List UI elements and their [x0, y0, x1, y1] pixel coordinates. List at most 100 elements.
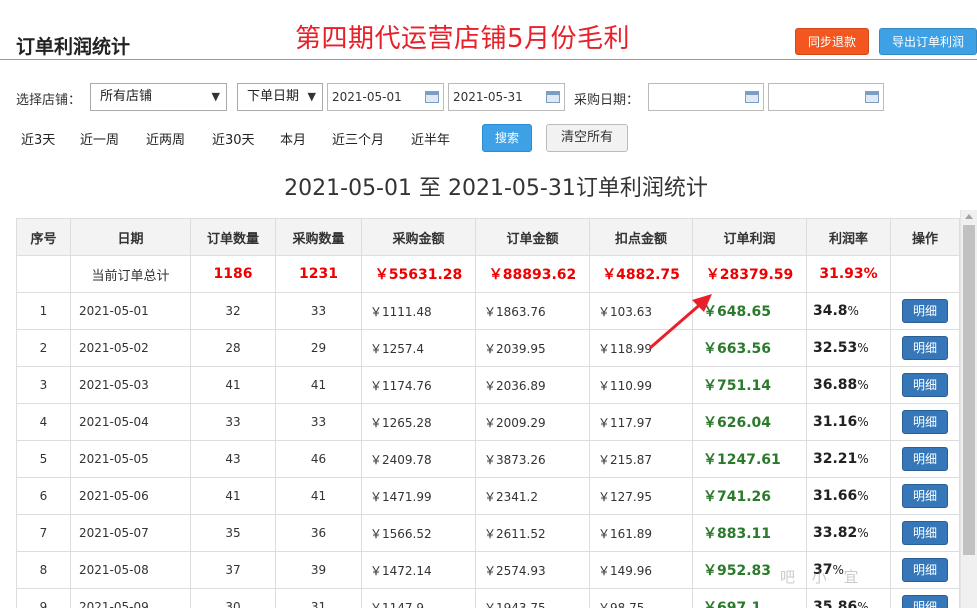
detail-button[interactable]: 明细 — [902, 373, 948, 397]
vertical-scrollbar[interactable] — [960, 210, 977, 608]
clear-all-button[interactable]: 清空所有 — [546, 124, 628, 152]
rate-percent-sign: % — [857, 526, 869, 540]
cell-orders: 35 — [190, 514, 276, 552]
column-header: 日期 — [70, 218, 191, 256]
table-row: 5 2021-05-05 43 46 ￥2409.78 ￥3873.26 ￥215.87 ￥1… — [16, 440, 960, 478]
cell-purchase-amount: ￥2409.78 — [361, 440, 476, 478]
cell-rate: 31.16% — [806, 403, 891, 441]
cell-profit: ￥1247.61 — [692, 440, 807, 478]
cell-profit: ￥883.11 — [692, 514, 807, 552]
cell-no: 9 — [16, 588, 71, 608]
calendar-icon[interactable] — [745, 91, 759, 103]
cell-orders: 41 — [190, 366, 276, 404]
scroll-thumb[interactable] — [963, 225, 975, 555]
rate-percent-sign: % — [847, 304, 859, 318]
page-title: 订单利润统计 — [16, 36, 131, 58]
total-purchases: 1231 — [275, 255, 362, 293]
scroll-up-arrow-icon[interactable] — [965, 214, 973, 219]
detail-button[interactable]: 明细 — [902, 558, 948, 582]
total-purchase-amount: ￥55631.28 — [361, 255, 476, 293]
export-order-profit-button[interactable]: 导出订单利润 — [879, 28, 977, 55]
total-order-amount: ￥88893.62 — [475, 255, 590, 293]
end-date-value: 2021-05-31 — [453, 90, 523, 104]
table-row: 6 2021-05-06 41 41 ￥1471.99 ￥2341.2 ￥127.95 ￥74… — [16, 477, 960, 515]
cell-order-amount: ￥2574.93 — [475, 551, 590, 589]
cell-orders: 33 — [190, 403, 276, 441]
rate-percent-sign: % — [857, 489, 869, 503]
calendar-icon[interactable] — [425, 91, 439, 103]
column-header: 序号 — [16, 218, 71, 256]
search-button[interactable]: 搜索 — [482, 124, 532, 152]
cell-purchases: 41 — [275, 366, 362, 404]
chevron-down-icon: ▼ — [211, 90, 220, 103]
store-select[interactable]: 所有店铺 ▼ — [90, 83, 227, 111]
cell-order-amount: ￥2611.52 — [475, 514, 590, 552]
cell-no: 5 — [16, 440, 71, 478]
profit-table-container: 序号 日期 订单数量 采购数量 采购金额 订单金额 扣点金额 订单利润 利润率 … — [16, 218, 960, 608]
cell-purchase-amount: ￥1147.9 — [361, 588, 476, 608]
cell-rate: 31.66% — [806, 477, 891, 515]
detail-button[interactable]: 明细 — [902, 595, 948, 608]
quick-range-2weeks[interactable]: 近两周 — [146, 129, 185, 148]
cell-no: 2 — [16, 329, 71, 367]
cell-orders: 41 — [190, 477, 276, 515]
calendar-icon[interactable] — [865, 91, 879, 103]
cell-no: 1 — [16, 292, 71, 330]
cell-purchase-amount: ￥1566.52 — [361, 514, 476, 552]
detail-button[interactable]: 明细 — [902, 299, 948, 323]
detail-button[interactable]: 明细 — [902, 410, 948, 434]
table-header-row: 序号 日期 订单数量 采购数量 采购金额 订单金额 扣点金额 订单利润 利润率 … — [16, 218, 960, 256]
cell-date: 2021-05-06 — [70, 477, 191, 515]
cell-no: 8 — [16, 551, 71, 589]
quick-range-half-year[interactable]: 近半年 — [411, 129, 450, 148]
cell-purchases: 36 — [275, 514, 362, 552]
quick-range-this-month[interactable]: 本月 — [280, 129, 306, 148]
cell-rate: 34.8% — [806, 292, 891, 330]
rate-value: 32.21 — [813, 451, 858, 467]
calendar-icon[interactable] — [546, 91, 560, 103]
end-date-input[interactable]: 2021-05-31 — [448, 83, 565, 111]
quick-range-3days[interactable]: 近3天 — [21, 129, 55, 148]
quick-range-3months[interactable]: 近三个月 — [332, 129, 384, 148]
cell-purchases: 33 — [275, 292, 362, 330]
column-header: 利润率 — [806, 218, 891, 256]
cell-rate: 32.21% — [806, 440, 891, 478]
cell-deduction: ￥103.63 — [589, 292, 693, 330]
cell-purchase-amount: ￥1265.28 — [361, 403, 476, 441]
table-row: 9 2021-05-09 30 31 ￥1147.9 ￥1943.75 ￥98.75 ￥697… — [16, 588, 960, 608]
cell-purchase-amount: ￥1111.48 — [361, 292, 476, 330]
watermark: 吧 小 宜 — [780, 568, 865, 586]
column-header: 操作 — [890, 218, 960, 256]
cell-profit: ￥663.56 — [692, 329, 807, 367]
cell-no: 7 — [16, 514, 71, 552]
cell-profit: ￥697.1 — [692, 588, 807, 608]
purchase-start-date-input[interactable] — [648, 83, 764, 111]
cell-order-amount: ￥1943.75 — [475, 588, 590, 608]
sync-refund-button[interactable]: 同步退款 — [795, 28, 869, 55]
rate-percent-sign: % — [857, 378, 869, 392]
cell-action: 明细 — [890, 329, 960, 367]
detail-button[interactable]: 明细 — [902, 336, 948, 360]
total-row: 当前订单总计 1186 1231 ￥55631.28 ￥88893.62 ￥48… — [16, 255, 960, 293]
purchase-end-date-input[interactable] — [768, 83, 884, 111]
detail-button[interactable]: 明细 — [902, 521, 948, 545]
cell-order-amount: ￥2009.29 — [475, 403, 590, 441]
cell-no: 4 — [16, 403, 71, 441]
cell-purchase-amount: ￥1257.4 — [361, 329, 476, 367]
quick-range-1week[interactable]: 近一周 — [80, 129, 119, 148]
cell-orders: 32 — [190, 292, 276, 330]
cell-deduction: ￥127.95 — [589, 477, 693, 515]
start-date-input[interactable]: 2021-05-01 — [327, 83, 444, 111]
cell-deduction: ￥161.89 — [589, 514, 693, 552]
cell-order-amount: ￥2341.2 — [475, 477, 590, 515]
rate-value: 31.16 — [813, 414, 858, 430]
cell-action: 明细 — [890, 440, 960, 478]
detail-button[interactable]: 明细 — [902, 484, 948, 508]
quick-range-30days[interactable]: 近30天 — [212, 129, 255, 148]
profit-table: 序号 日期 订单数量 采购数量 采购金额 订单金额 扣点金额 订单利润 利润率 … — [16, 218, 960, 608]
total-rate: 31.93% — [806, 255, 891, 293]
date-type-select[interactable]: 下单日期 ▼ — [237, 83, 323, 111]
cell-order-amount: ￥1863.76 — [475, 292, 590, 330]
detail-button[interactable]: 明细 — [902, 447, 948, 471]
cell-purchases: 33 — [275, 403, 362, 441]
